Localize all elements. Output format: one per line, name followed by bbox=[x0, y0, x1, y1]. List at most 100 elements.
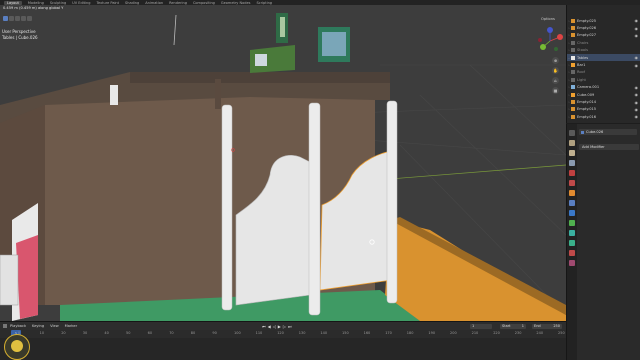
add-modifier-button[interactable]: Add Modifier bbox=[579, 144, 639, 150]
eye-icon[interactable]: ◉ bbox=[635, 55, 639, 60]
modifier-tab-icon[interactable] bbox=[569, 200, 575, 206]
tab-animation[interactable]: Animation bbox=[145, 1, 163, 5]
select-invert-button[interactable] bbox=[21, 16, 26, 21]
options-dropdown[interactable]: Options bbox=[541, 17, 555, 21]
outliner-row[interactable]: › Chairs bbox=[567, 39, 640, 46]
keying-menu[interactable]: Keying bbox=[32, 324, 44, 328]
select-intersect-button[interactable] bbox=[27, 16, 32, 21]
tab-compositing[interactable]: Compositing bbox=[193, 1, 215, 5]
eye-icon[interactable]: ◉ bbox=[635, 100, 639, 105]
empty-icon bbox=[571, 26, 575, 31]
outliner-row[interactable]: › Roof bbox=[567, 69, 640, 76]
eye-icon[interactable]: ◉ bbox=[635, 107, 639, 112]
camera-view-icon[interactable]: ⌂ bbox=[552, 77, 559, 84]
data-tab-icon[interactable] bbox=[569, 240, 575, 246]
outliner-row[interactable]: ⌄ Tables ◉ bbox=[567, 54, 640, 62]
tab-rendering[interactable]: Rendering bbox=[169, 1, 187, 5]
outliner-row-label: Cube.009 bbox=[577, 92, 595, 97]
play-icon[interactable]: ▶ bbox=[278, 324, 281, 329]
texture-tab-icon[interactable] bbox=[569, 260, 575, 266]
collection-icon bbox=[571, 55, 575, 60]
view-menu[interactable]: View bbox=[50, 324, 59, 328]
tab-layout[interactable]: Layout bbox=[4, 0, 22, 5]
scene-tab-icon[interactable] bbox=[569, 170, 575, 176]
prev-key-icon[interactable]: ◀ bbox=[268, 324, 271, 329]
tab-geometry-nodes[interactable]: Geometry Nodes bbox=[221, 1, 251, 5]
play-reverse-icon[interactable]: ◁ bbox=[273, 324, 276, 329]
outliner-row[interactable]: › Camera.001 ◉ bbox=[567, 84, 640, 91]
outliner-row-label: Empty.025 bbox=[577, 18, 597, 23]
object-name-field[interactable]: Cube.026 bbox=[579, 129, 637, 135]
render-tab-icon[interactable] bbox=[569, 140, 575, 146]
properties-tab-column bbox=[567, 124, 577, 360]
playback-controls: ⏮ ◀ ◁ ▶ ▷ ⏭ bbox=[262, 324, 292, 329]
eye-icon[interactable]: ◉ bbox=[635, 63, 639, 68]
tab-texture-paint[interactable]: Texture Paint bbox=[96, 1, 119, 5]
timeline-tick-label: 10 bbox=[39, 331, 45, 335]
next-key-icon[interactable]: ▷ bbox=[283, 324, 286, 329]
timeline-ruler[interactable]: 1 01020304050607080901001101201301401501… bbox=[0, 330, 566, 338]
marker-menu[interactable]: Marker bbox=[65, 324, 77, 328]
tab-shading[interactable]: Shading bbox=[125, 1, 139, 5]
pan-hand-icon[interactable]: ✋ bbox=[552, 67, 559, 74]
outliner-row[interactable]: › Bar1 ◉ bbox=[567, 61, 640, 68]
scene-render bbox=[0, 5, 566, 321]
eye-icon[interactable]: ◉ bbox=[635, 85, 639, 90]
timeline-tick-label: 220 bbox=[493, 331, 500, 335]
timeline-tick-label: 210 bbox=[471, 331, 479, 335]
object-tab-icon[interactable] bbox=[569, 190, 575, 196]
active-object-label: Tables | Cube.026 bbox=[2, 35, 38, 40]
select-box-button[interactable] bbox=[3, 16, 8, 21]
end-frame-field[interactable]: End 250 bbox=[532, 323, 562, 329]
outliner-row[interactable]: › Cube.009 ◉ bbox=[567, 91, 640, 98]
select-extend-button[interactable] bbox=[9, 16, 14, 21]
eye-icon[interactable]: ◉ bbox=[635, 18, 639, 23]
eye-icon[interactable]: ◉ bbox=[635, 26, 639, 31]
tab-sculpting[interactable]: Sculpting bbox=[50, 1, 66, 5]
tool-tab-icon[interactable] bbox=[569, 130, 575, 136]
camera-icon bbox=[571, 85, 575, 90]
eye-icon[interactable]: ◉ bbox=[635, 114, 639, 119]
tab-uv-editing[interactable]: UV Editing bbox=[72, 1, 90, 5]
physics-tab-icon[interactable] bbox=[569, 220, 575, 226]
eye-icon[interactable]: ◉ bbox=[635, 92, 639, 97]
timeline-tick-label: 20 bbox=[61, 331, 66, 335]
output-tab-icon[interactable] bbox=[569, 150, 575, 156]
jump-end-icon[interactable]: ⏭ bbox=[288, 324, 292, 329]
grid-view-icon[interactable]: ▦ bbox=[552, 87, 559, 94]
tab-modeling[interactable]: Modeling bbox=[28, 1, 44, 5]
timeline-tick-label: 50 bbox=[126, 331, 131, 335]
select-subtract-button[interactable] bbox=[15, 16, 20, 21]
editor-type-icon[interactable] bbox=[3, 324, 7, 328]
view-perspective-label: User Perspective bbox=[2, 29, 36, 34]
particles-tab-icon[interactable] bbox=[569, 210, 575, 216]
outliner-row[interactable]: › Empty.016 ◉ bbox=[567, 113, 640, 120]
start-frame-field[interactable]: Start 1 bbox=[500, 323, 526, 329]
outliner-row[interactable]: › Empty.025 ◉ bbox=[567, 17, 640, 24]
material-tab-icon[interactable] bbox=[569, 250, 575, 256]
outliner-row[interactable]: › Empty.027 ◉ bbox=[567, 32, 640, 39]
zoom-icon[interactable]: ⊕ bbox=[552, 57, 559, 64]
empty-icon bbox=[571, 18, 575, 23]
collection-icon bbox=[571, 70, 575, 75]
outliner-row[interactable]: › Empty.015 ◉ bbox=[567, 106, 640, 113]
outliner-row-label: Light bbox=[577, 77, 586, 82]
timeline-tick-label: 230 bbox=[514, 331, 522, 335]
world-tab-icon[interactable] bbox=[569, 180, 575, 186]
playback-menu[interactable]: Playback bbox=[10, 324, 26, 328]
timeline-header: Playback Keying View Marker ⏮ ◀ ◁ ▶ ▷ ⏭ … bbox=[0, 322, 566, 330]
timeline-tick-label: 90 bbox=[212, 331, 217, 335]
view-layer-tab-icon[interactable] bbox=[569, 160, 575, 166]
current-frame-field[interactable]: 1 bbox=[470, 323, 492, 329]
outliner-row[interactable]: › Empty.014 ◉ bbox=[567, 98, 640, 105]
jump-start-icon[interactable]: ⏮ bbox=[262, 324, 266, 329]
outliner-row-label: Empty.016 bbox=[577, 114, 597, 119]
eye-icon[interactable]: ◉ bbox=[635, 33, 639, 38]
outliner-row[interactable]: › Stools bbox=[567, 47, 640, 54]
3d-viewport[interactable]: 0.459 m (0.459 m) along global Y User Pe… bbox=[0, 5, 566, 321]
navigation-gizmo[interactable] bbox=[536, 27, 564, 55]
tab-scripting[interactable]: Scripting bbox=[256, 1, 272, 5]
outliner-row[interactable]: › Empty.026 ◉ bbox=[567, 24, 640, 31]
outliner-row[interactable]: › Light bbox=[567, 76, 640, 83]
constraints-tab-icon[interactable] bbox=[569, 230, 575, 236]
